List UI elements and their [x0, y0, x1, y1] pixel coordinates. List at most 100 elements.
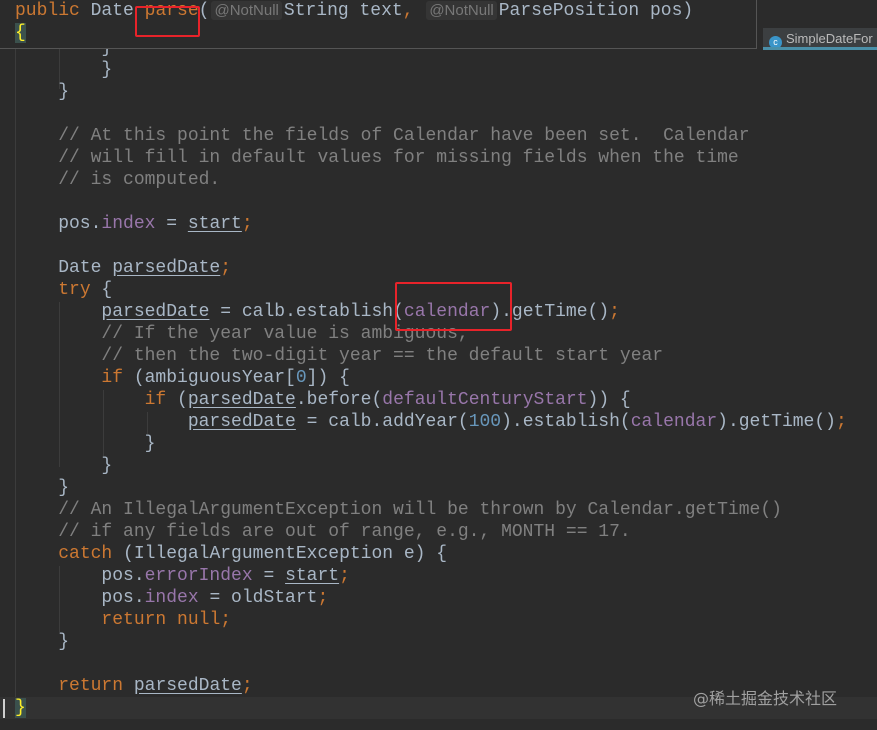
code-token: // An IllegalArgumentException will be t… — [15, 500, 782, 520]
code-token: } — [15, 478, 69, 498]
gutter-marker — [3, 699, 5, 718]
code-token: return — [58, 676, 134, 696]
code-token: 0 — [296, 368, 307, 388]
code-line: // An IllegalArgumentException will be t… — [15, 499, 877, 521]
code-token — [15, 544, 58, 564]
code-token: = oldStart — [199, 588, 318, 608]
code-token: = calb.addYear( — [296, 412, 469, 432]
code-token: (ambiguousYear[ — [123, 368, 296, 388]
code-token: String text — [284, 1, 403, 21]
code-token — [15, 412, 188, 432]
code-token: start — [285, 566, 339, 586]
code-line: pos.index = start; — [15, 213, 877, 235]
code-line — [15, 653, 877, 675]
code-token: 100 — [469, 412, 501, 432]
code-token: defaultCenturyStart — [382, 390, 587, 410]
code-line: catch (IllegalArgumentException e) { — [15, 543, 877, 565]
code-line: } — [15, 81, 877, 103]
annotation-hint: @NotNull — [211, 1, 281, 20]
highlight-box-parse — [135, 6, 200, 37]
code-line: pos.errorIndex = start; — [15, 565, 877, 587]
code-token — [15, 610, 101, 630]
code-line: // At this point the fields of Calendar … — [15, 125, 877, 147]
code-token: // is computed. — [15, 170, 220, 190]
code-line: // will fill in default values for missi… — [15, 147, 877, 169]
code-token: ; — [609, 302, 620, 322]
code-token: catch — [58, 544, 112, 564]
code-token — [15, 302, 101, 322]
code-token — [15, 390, 145, 410]
code-token: parsedDate — [101, 302, 209, 322]
code-token — [15, 280, 58, 300]
code-token: ]) { — [307, 368, 350, 388]
code-token: parsedDate — [188, 390, 296, 410]
highlight-box-calendar — [395, 282, 512, 331]
code-token: ParsePosition pos) — [499, 1, 693, 21]
code-token: (IllegalArgumentException e) { — [112, 544, 447, 564]
code-token: { — [91, 280, 113, 300]
code-token: ; — [242, 214, 253, 234]
code-token: } — [15, 434, 155, 454]
code-token: // if any fields are out of range, e.g.,… — [15, 522, 631, 542]
code-token: errorIndex — [145, 566, 253, 586]
code-token: ( — [199, 1, 210, 21]
code-token: ; — [242, 676, 253, 696]
code-token: } — [15, 632, 69, 652]
code-token: parsedDate — [112, 258, 220, 278]
code-token: if — [101, 368, 123, 388]
code-token: if — [145, 390, 167, 410]
code-line: // if any fields are out of range, e.g.,… — [15, 521, 877, 543]
code-token: // At this point the fields of Calendar … — [15, 126, 750, 146]
code-line: public Date parse(@NotNullString text, @… — [0, 0, 756, 22]
code-line: if (parsedDate.before(defaultCenturyStar… — [15, 389, 877, 411]
code-token: ; — [220, 610, 231, 630]
code-line: // then the two-digit year == the defaul… — [15, 345, 877, 367]
code-token: , — [403, 1, 425, 21]
code-token: Date — [15, 258, 112, 278]
code-token: parsedDate — [188, 412, 296, 432]
code-token: return null — [101, 610, 220, 630]
code-token: } — [15, 456, 112, 476]
code-token: calendar — [631, 412, 717, 432]
code-token: = — [155, 214, 187, 234]
code-line: return null; — [15, 609, 877, 631]
code-token: ; — [220, 258, 231, 278]
code-token: parsedDate — [134, 676, 242, 696]
code-line: { — [0, 22, 756, 44]
code-line: } — [15, 59, 877, 81]
code-token: pos. — [15, 588, 145, 608]
code-editor[interactable]: } } } // At this point the fields of Cal… — [15, 37, 877, 719]
code-line — [15, 191, 877, 213]
code-token: index — [145, 588, 199, 608]
code-token: // will fill in default values for missi… — [15, 148, 739, 168]
code-line: } — [15, 477, 877, 499]
code-token: start — [188, 214, 242, 234]
code-token: pos. — [15, 566, 145, 586]
code-line: } — [15, 433, 877, 455]
code-token: pos. — [15, 214, 101, 234]
signature-popup: public Date parse(@NotNullString text, @… — [0, 0, 757, 49]
code-token: )) { — [588, 390, 631, 410]
code-line: if (ambiguousYear[0]) { — [15, 367, 877, 389]
code-line: pos.index = oldStart; — [15, 587, 877, 609]
code-line: // is computed. — [15, 169, 877, 191]
annotation-hint: @NotNull — [426, 1, 496, 20]
code-token: ( — [166, 390, 188, 410]
code-token: { — [15, 23, 26, 43]
code-line — [15, 103, 877, 125]
code-line: parsedDate = calb.addYear(100).establish… — [15, 411, 877, 433]
code-line: } — [15, 631, 877, 653]
code-token: = — [253, 566, 285, 586]
code-token: } — [15, 82, 69, 102]
code-token: try — [58, 280, 90, 300]
code-token: ; — [317, 588, 328, 608]
code-token: = calb.establish( — [209, 302, 403, 322]
code-line: } — [15, 455, 877, 477]
code-token: ; — [339, 566, 350, 586]
code-token: public — [15, 1, 91, 21]
code-line: Date parsedDate; — [15, 257, 877, 279]
code-token: ; — [836, 412, 847, 432]
code-token — [15, 676, 58, 696]
code-line — [15, 235, 877, 257]
watermark: @稀土掘金技术社区 — [693, 685, 837, 709]
